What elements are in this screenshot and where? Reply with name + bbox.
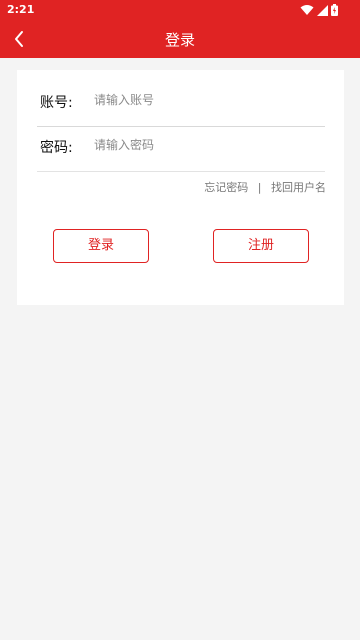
- status-icons: [300, 3, 338, 17]
- page-title: 登录: [164, 31, 195, 49]
- password-row: 密码:: [37, 127, 325, 172]
- register-button[interactable]: 注册: [213, 229, 309, 263]
- status-bar: 2:21: [0, 0, 360, 20]
- login-card: 账号: 密码: 忘记密码 | 找回用户名 登录 注册: [17, 70, 344, 305]
- login-button[interactable]: 登录: [53, 229, 149, 263]
- forgot-password-link[interactable]: 忘记密码: [204, 181, 248, 194]
- battery-icon: [331, 4, 338, 16]
- password-input[interactable]: [92, 133, 316, 157]
- link-separator: |: [257, 181, 262, 194]
- status-time: 2:21: [7, 3, 35, 16]
- wifi-icon: [300, 5, 314, 15]
- find-username-link[interactable]: 找回用户名: [271, 181, 326, 194]
- account-input[interactable]: [92, 88, 316, 112]
- signal-icon: [317, 4, 328, 16]
- app-bar: 登录: [0, 20, 360, 58]
- account-help-links: 忘记密码 | 找回用户名: [204, 179, 326, 195]
- password-label: 密码:: [40, 140, 73, 156]
- account-label: 账号:: [40, 95, 73, 111]
- account-row: 账号:: [37, 82, 325, 127]
